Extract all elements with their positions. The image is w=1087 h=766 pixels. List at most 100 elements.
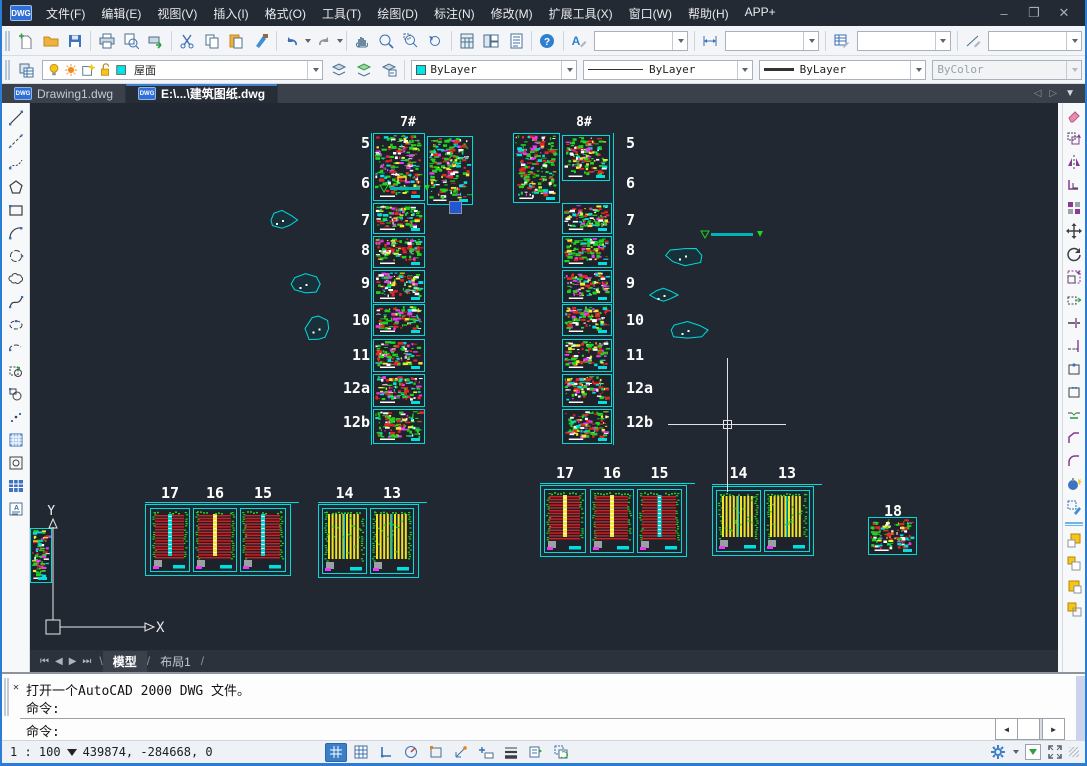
first-layout-icon[interactable]: ⏮	[40, 656, 49, 667]
group-a-label[interactable]: 17	[155, 484, 185, 502]
settings-gear-icon[interactable]	[990, 744, 1006, 760]
layer-combo[interactable]: 屋面	[42, 60, 323, 80]
rectangle-icon[interactable]	[5, 199, 27, 221]
drawing-canvas[interactable]: 7#8#56789101112a12b56789101112a12b171615…	[30, 103, 1058, 650]
open-folder-icon[interactable]	[38, 29, 62, 53]
toolbar-grip[interactable]	[5, 60, 10, 80]
chamfer-icon[interactable]	[1063, 427, 1085, 449]
sun-icon[interactable]	[64, 63, 78, 77]
table-icon[interactable]	[5, 475, 27, 497]
plan-thumbnail[interactable]	[562, 135, 610, 181]
send-back-icon[interactable]	[1063, 552, 1085, 574]
plan-thumbnail[interactable]	[562, 236, 612, 268]
array-icon[interactable]	[1063, 197, 1085, 219]
scroll-right-icon[interactable]: ▶	[1042, 719, 1064, 739]
erase-icon[interactable]	[1063, 105, 1085, 127]
redo-icon[interactable]	[311, 29, 335, 53]
toggle-osnap[interactable]	[425, 743, 447, 762]
hatch-icon[interactable]	[5, 429, 27, 451]
polyline-icon[interactable]	[5, 153, 27, 175]
site-outline[interactable]	[647, 286, 680, 304]
mtext-icon[interactable]: A	[5, 498, 27, 520]
floor-label-left[interactable]: 5	[336, 134, 370, 152]
bulb-icon[interactable]	[47, 63, 61, 77]
group-d-label[interactable]: 13	[772, 464, 802, 482]
lineweight-combo[interactable]: ByLayer	[759, 60, 927, 80]
swatch-icon[interactable]	[115, 63, 129, 77]
group-c-label[interactable]: 17	[550, 464, 580, 482]
floor-label-left[interactable]: 8	[336, 241, 370, 259]
scroll-thumb[interactable]	[1018, 719, 1040, 739]
dim-style-icon[interactable]	[698, 29, 722, 53]
mirror-icon[interactable]	[1063, 151, 1085, 173]
toggle-lwt[interactable]	[500, 743, 522, 762]
tab-layout1[interactable]: 布局1	[150, 651, 201, 672]
mleader-style-combo[interactable]	[988, 31, 1082, 51]
group-d-label[interactable]: 14	[724, 464, 754, 482]
calculator-icon[interactable]	[455, 29, 479, 53]
cut-icon[interactable]	[175, 29, 199, 53]
zoom-previous-icon[interactable]	[423, 29, 447, 53]
move-icon[interactable]	[1063, 220, 1085, 242]
plan-thumbnail[interactable]	[562, 270, 612, 303]
print-icon[interactable]	[94, 29, 118, 53]
plan-thumbnail[interactable]	[562, 339, 612, 372]
plan-thumbnail[interactable]	[562, 304, 612, 336]
text-style-combo[interactable]	[594, 31, 688, 51]
site-outline[interactable]	[663, 318, 712, 342]
print-preview-icon[interactable]	[119, 29, 143, 53]
menu-APP+[interactable]: APP+	[737, 0, 784, 27]
site-outline[interactable]	[286, 270, 325, 298]
site-outline[interactable]	[303, 310, 334, 347]
group-c-elevation[interactable]	[637, 489, 682, 553]
site-outline[interactable]	[263, 208, 301, 232]
menu-扩展工具X[interactable]: 扩展工具(X)	[541, 0, 621, 27]
toggle-dyn[interactable]	[475, 743, 497, 762]
undo-icon[interactable]	[280, 29, 304, 53]
rotate-icon[interactable]	[1063, 243, 1085, 265]
floor-label-left[interactable]: 7	[336, 211, 370, 229]
plan-thumbnail[interactable]	[373, 409, 425, 444]
building-7-label[interactable]: 7#	[388, 115, 428, 130]
mleader-style-arrow-icon[interactable]	[1066, 32, 1081, 50]
toggle-ortho[interactable]	[375, 743, 397, 762]
paste-icon[interactable]	[224, 29, 248, 53]
plan-thumbnail[interactable]	[373, 339, 425, 372]
app-logo-icon[interactable]: DWG	[10, 5, 32, 21]
floor-label-left[interactable]: 6	[336, 174, 370, 192]
fillet-icon[interactable]	[1063, 450, 1085, 472]
plan-thumbnail[interactable]	[373, 236, 425, 268]
toggle-cycle[interactable]	[550, 743, 572, 762]
menu-格式O[interactable]: 格式(O)	[257, 0, 314, 27]
command-vscrollbar[interactable]	[1076, 676, 1085, 740]
make-object-layer-icon[interactable]	[326, 58, 351, 82]
circle-icon[interactable]	[5, 245, 27, 267]
plan-thumbnail[interactable]	[562, 203, 612, 234]
dim-style-arrow-icon[interactable]	[803, 32, 818, 50]
ellipse-arc-icon[interactable]	[5, 337, 27, 359]
join-icon[interactable]	[1063, 404, 1085, 426]
properties-list-icon[interactable]	[504, 29, 528, 53]
floor-label-right[interactable]: 8	[626, 241, 660, 259]
scroll-left-icon[interactable]: ◀	[996, 719, 1018, 739]
trim-icon[interactable]	[1063, 312, 1085, 334]
layer-manager-button[interactable]	[14, 58, 39, 82]
floor-label-right[interactable]: 12b	[626, 413, 660, 431]
annotation-marks[interactable]	[396, 173, 410, 185]
line-icon[interactable]	[5, 107, 27, 129]
floor-label-left[interactable]: 12b	[336, 413, 370, 431]
floor-label-right[interactable]: 10	[626, 311, 660, 329]
send-under-icon[interactable]	[1063, 598, 1085, 620]
bring-front-icon[interactable]	[1063, 529, 1085, 551]
floor-label-right[interactable]: 5	[626, 134, 660, 152]
unlock-icon[interactable]	[98, 63, 112, 77]
table-style-icon[interactable]	[829, 29, 853, 53]
toggle-snap[interactable]	[325, 743, 347, 762]
text-style-arrow-icon[interactable]	[672, 32, 687, 50]
linetype-combo[interactable]: ByLayer	[583, 60, 753, 80]
floor-label-left[interactable]: 9	[336, 274, 370, 292]
match-prop-icon[interactable]	[1063, 496, 1085, 518]
color-combo[interactable]: ByLayer	[411, 60, 577, 80]
scale-display[interactable]: 1 : 100	[10, 745, 61, 759]
freeze-icon[interactable]	[81, 63, 95, 77]
